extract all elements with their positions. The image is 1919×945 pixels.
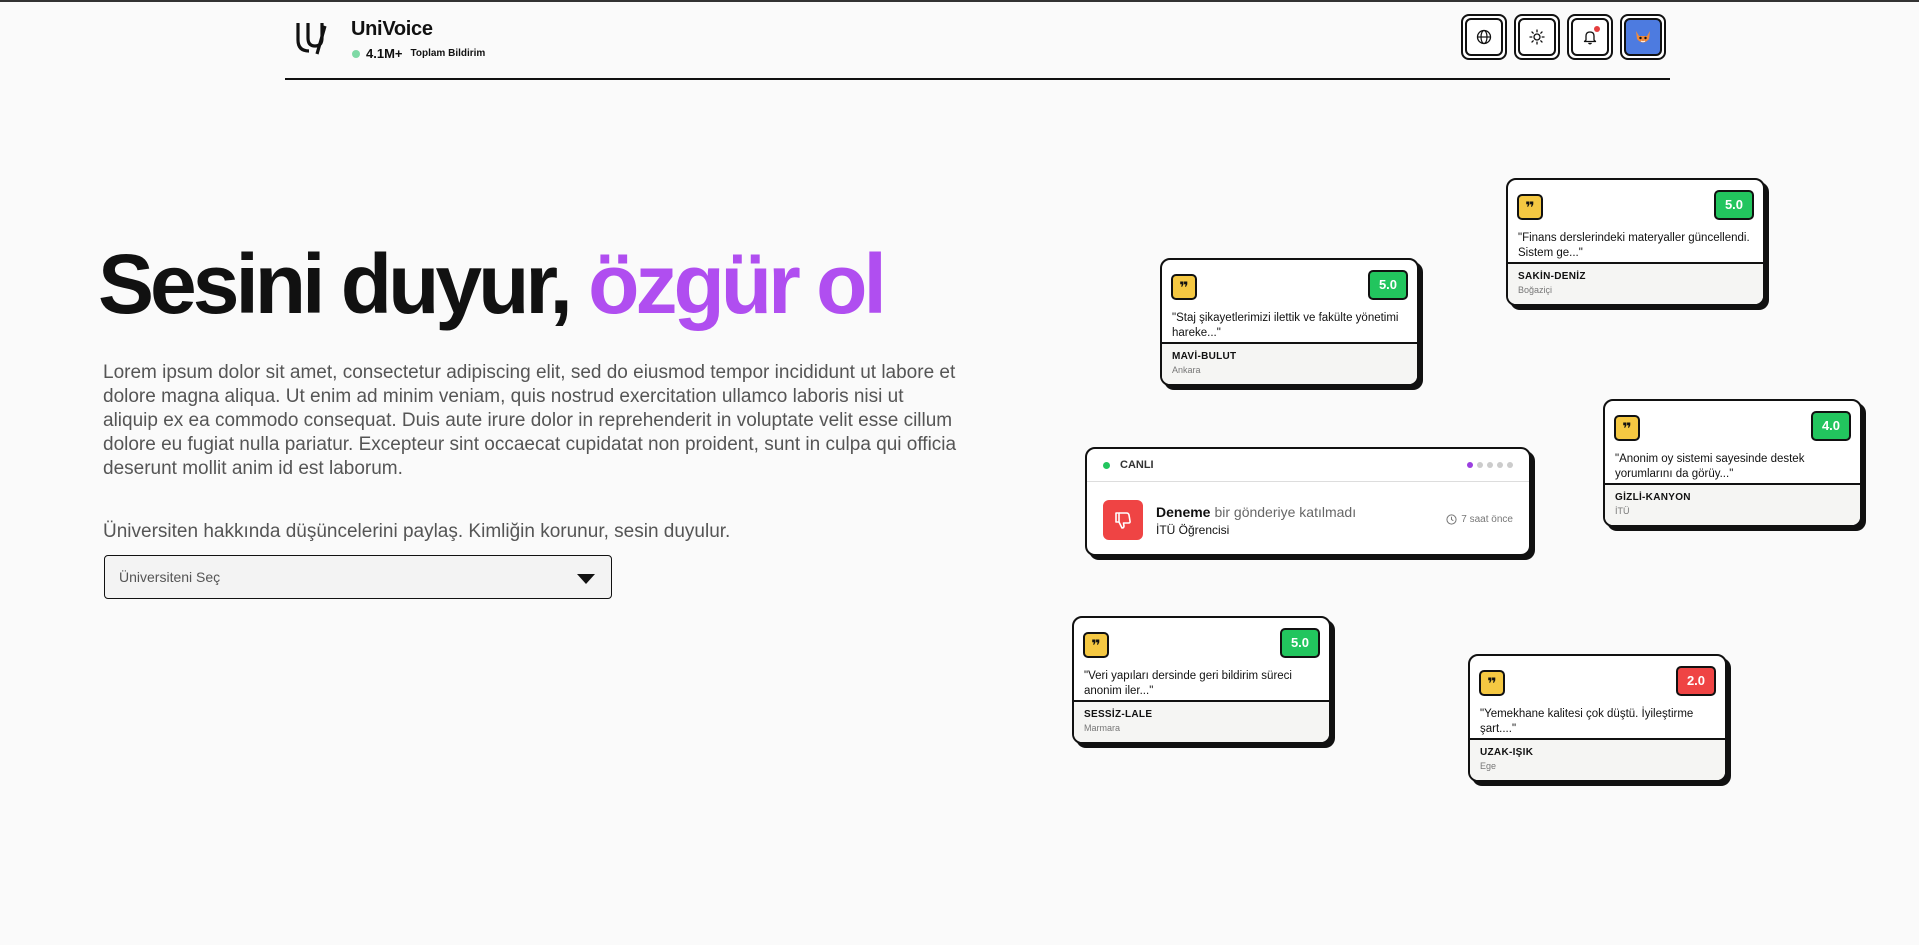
review-quote: "Finans derslerindeki materyaller güncel… — [1518, 232, 1750, 259]
live-user-name: Deneme — [1156, 504, 1211, 520]
score-badge: 4.0 — [1811, 411, 1851, 441]
stat-label: Toplam Bildirim — [410, 48, 486, 59]
review-author: MAVİ-BULUT — [1172, 351, 1237, 362]
score-badge: 5.0 — [1714, 190, 1754, 220]
chevron-down-icon — [577, 574, 595, 584]
header-actions — [1461, 14, 1666, 60]
language-button[interactable] — [1461, 14, 1507, 60]
quote-icon: ❞ — [1517, 194, 1543, 220]
review-card[interactable]: ❞ 5.0 "Veri yapıları dersinde geri bildi… — [1072, 616, 1331, 744]
university-select[interactable]: Üniversiteni Seç — [104, 555, 612, 599]
pager-dot[interactable] — [1497, 462, 1503, 468]
top-header: UniVoice 4.1M+ Toplam Bildirim — [285, 2, 1670, 80]
university-select-placeholder: Üniversiteni Seç — [119, 569, 221, 585]
live-activity-card[interactable]: CANLI Deneme bir gönderiye katılmadı İTÜ … — [1085, 447, 1531, 556]
pager-dot[interactable] — [1477, 462, 1483, 468]
theme-toggle-button[interactable] — [1514, 14, 1560, 60]
notifications-button[interactable] — [1567, 14, 1613, 60]
brand-title: UniVoice — [351, 18, 433, 40]
hero-description: Lorem ipsum dolor sit amet, consectetur … — [103, 362, 957, 479]
review-university: Boğaziçi — [1518, 285, 1553, 295]
review-university: Ege — [1480, 761, 1497, 771]
quote-icon: ❞ — [1479, 670, 1505, 696]
review-card[interactable]: ❞ 2.0 "Yemekhane kalitesi çok düştü. İyi… — [1468, 654, 1727, 782]
stat-count: 4.1M+ — [366, 46, 403, 61]
hero-title-accent: özgür ol — [588, 237, 887, 331]
quote-icon: ❞ — [1171, 274, 1197, 300]
review-quote: "Yemekhane kalitesi çok düştü. İyileştir… — [1480, 708, 1694, 735]
review-quote: "Veri yapıları dersinde geri bildirim sü… — [1084, 670, 1292, 697]
thumbs-down-icon — [1103, 500, 1143, 540]
pager-dot[interactable] — [1507, 462, 1513, 468]
live-time-text: 7 saat önce — [1461, 514, 1513, 525]
score-badge: 5.0 — [1368, 270, 1408, 300]
review-author: SESSİZ-LALE — [1084, 709, 1153, 720]
live-indicator-dot — [1103, 462, 1110, 469]
carousel-pager — [1467, 462, 1513, 468]
pager-dot[interactable] — [1487, 462, 1493, 468]
review-author: UZAK-IŞIK — [1480, 747, 1534, 758]
online-dot — [352, 49, 360, 58]
review-quote: "Staj şikayetlerimizi ilettik ve fakülte… — [1172, 312, 1399, 339]
live-header: CANLI — [1087, 449, 1529, 482]
review-quote: "Anonim oy sistemi sayesinde destek yoru… — [1615, 453, 1805, 480]
globe-icon — [1476, 29, 1492, 45]
review-university: Ankara — [1172, 365, 1201, 375]
notification-dot — [1594, 26, 1600, 32]
review-author: GİZLİ-KANYON — [1615, 492, 1691, 503]
review-author: SAKİN-DENİZ — [1518, 271, 1586, 282]
quote-icon: ❞ — [1083, 632, 1109, 658]
live-user-subtitle: İTÜ Öğrencisi — [1156, 523, 1230, 537]
live-timestamp: 7 saat önce — [1446, 514, 1513, 525]
review-card[interactable]: ❞ 5.0 "Staj şikayetlerimizi ilettik ve f… — [1160, 258, 1419, 386]
quote-icon: ❞ — [1614, 415, 1640, 441]
total-reports-stat: 4.1M+ Toplam Bildirim — [352, 46, 485, 61]
hero-title: Sesini duyur, özgür ol — [98, 242, 887, 326]
live-label: CANLI — [1120, 459, 1154, 471]
score-badge: 5.0 — [1280, 628, 1320, 658]
review-card[interactable]: ❞ 5.0 "Finans derslerindeki materyaller … — [1506, 178, 1765, 306]
review-university: Marmara — [1084, 723, 1121, 733]
review-card[interactable]: ❞ 4.0 "Anonim oy sistemi sayesinde deste… — [1603, 399, 1862, 527]
pager-dot[interactable] — [1467, 462, 1473, 468]
clock-icon — [1446, 514, 1457, 525]
live-action: bir gönderiye katılmadı — [1214, 504, 1357, 520]
review-university: İTÜ — [1615, 506, 1630, 516]
sun-icon — [1529, 29, 1545, 45]
live-user-line: Deneme bir gönderiye katılmadı — [1156, 504, 1356, 520]
hero-title-main: Sesini duyur, — [98, 237, 573, 331]
hero-prompt: Üniversiten hakkında düşüncelerini payla… — [103, 521, 731, 542]
univoice-logo[interactable] — [295, 20, 329, 56]
avatar — [1636, 31, 1650, 43]
score-badge: 2.0 — [1676, 666, 1716, 696]
profile-button[interactable] — [1620, 14, 1666, 60]
